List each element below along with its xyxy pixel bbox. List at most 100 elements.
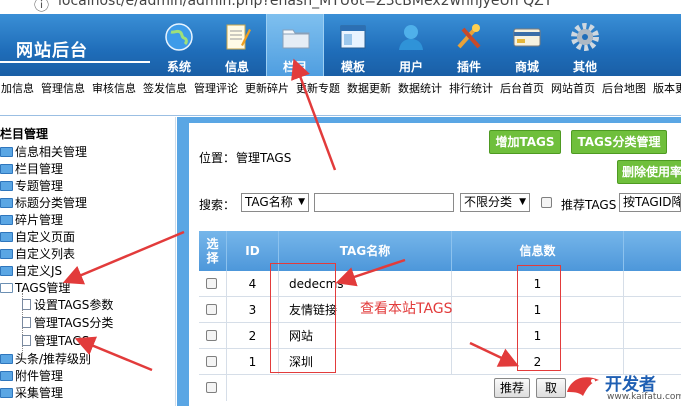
menu-item[interactable]: 后台首页 (497, 81, 547, 96)
sidebar-item[interactable]: 栏目管理 (0, 161, 63, 178)
globe-icon (165, 23, 193, 51)
sidebar-item[interactable]: 信息相关管理 (0, 144, 87, 161)
folder-icon (0, 181, 13, 191)
sidebar-item[interactable]: 头条/推荐级别 (0, 351, 91, 368)
tools-icon (457, 24, 481, 49)
gear-icon (571, 23, 599, 51)
sidebar-item[interactable]: 碎片管理 (0, 212, 63, 229)
row-checkbox[interactable] (206, 304, 217, 315)
page-info-icon[interactable]: ⓘ (34, 0, 49, 14)
address-url[interactable]: localhost/e/admin/admin.php?ehash_MYU6t=… (58, 0, 552, 9)
row-checkbox[interactable] (206, 278, 217, 289)
header-extra (624, 231, 681, 271)
browser-address-bar[interactable]: ⓘ localhost/e/admin/admin.php?ehash_MYU6… (0, 0, 681, 14)
sidebar-item[interactable]: 自定义列表 (0, 246, 75, 263)
search-bar: 搜索： TAG名称 ▼ 不限分类 ▼ 推荐TAGS 按TAGID降 (199, 193, 681, 213)
sidebar-subitem[interactable]: 管理TAGS (22, 333, 89, 350)
select-all-checkbox[interactable] (206, 382, 217, 393)
nav-label: 其他 (572, 60, 597, 74)
main-content: 位置： 管理TAGS 增加TAGS TAGS分类管理 删除使用率 搜索： TAG… (189, 123, 681, 406)
menu-item[interactable]: 数据统计 (395, 81, 445, 96)
recommend-label: 推荐TAGS (561, 198, 617, 212)
nav-label: 商城 (514, 60, 539, 74)
sidebar-item[interactable]: 自定义页面 (0, 229, 75, 246)
nav-template[interactable]: 模板 (324, 14, 382, 76)
nav-label: 模板 (340, 60, 365, 74)
search-input[interactable] (314, 193, 454, 212)
folder-icon (0, 164, 13, 174)
sidebar-item-tags[interactable]: TAGS管理 (0, 280, 70, 297)
menu-item[interactable]: 增加信息 (0, 81, 37, 96)
sidebar-item[interactable]: 附件管理 (0, 368, 63, 385)
tag-names-highlight-box (270, 263, 336, 373)
menu-item[interactable]: 排行统计 (446, 81, 496, 96)
location-link[interactable]: 管理TAGS (236, 149, 291, 166)
nav-user[interactable]: 用户 (382, 14, 440, 76)
nav-label: 信息 (224, 60, 249, 74)
row-select-cell (199, 297, 227, 323)
nav-label: 插件 (456, 60, 481, 74)
search-label: 搜索： (199, 198, 236, 212)
nav-label: 栏目 (282, 60, 307, 74)
tags-category-button[interactable]: TAGS分类管理 (571, 130, 667, 154)
menu-item[interactable]: 签发信息 (140, 81, 190, 96)
nav-system[interactable]: 系统 (150, 14, 208, 76)
recommend-checkbox[interactable] (541, 197, 552, 208)
document-icon (22, 335, 31, 346)
row-checkbox[interactable] (206, 356, 217, 367)
folder-icon (0, 354, 13, 364)
sidebar-subitem[interactable]: 管理TAGS分类 (22, 315, 113, 332)
card-icon (513, 28, 541, 47)
nav-other[interactable]: 其他 (556, 14, 614, 76)
sidebar-item[interactable]: 采集管理 (0, 385, 63, 402)
sidebar-subitem[interactable]: 设置TAGS参数 (22, 297, 113, 314)
folder-icon (282, 29, 310, 49)
search-field-select[interactable]: TAG名称 ▼ (241, 193, 309, 212)
annotation-text: 查看本站TAGS (360, 301, 453, 317)
watermark: 开发者 www.kaifatu.com (555, 366, 681, 406)
select-all-cell (199, 375, 227, 401)
site-title: 网站后台 (16, 41, 88, 61)
folder-icon (0, 371, 13, 381)
sidebar-item[interactable]: 标题分类管理 (0, 195, 87, 212)
menu-item[interactable]: 管理信息 (38, 81, 88, 96)
watermark-site: www.kaifatu.com (607, 392, 681, 402)
sidebar-heading: 栏目管理 (0, 127, 49, 141)
menu-item[interactable]: 审核信息 (89, 81, 139, 96)
sidebar-item[interactable]: 自定义JS (0, 263, 62, 280)
caret-down-icon: ▼ (298, 197, 305, 207)
menu-item[interactable]: 管理评论 (191, 81, 241, 96)
folder-icon (0, 249, 13, 259)
delete-unused-button[interactable]: 删除使用率 (617, 160, 681, 184)
caret-down-icon: ▼ (519, 197, 526, 207)
folder-icon (0, 266, 13, 276)
recommend-button[interactable]: 推荐 (494, 378, 530, 398)
user-icon (399, 25, 423, 50)
row-select-cell (199, 349, 227, 375)
open-folder-icon (0, 283, 13, 293)
nav-plugin[interactable]: 插件 (440, 14, 498, 76)
content-frame-border (177, 117, 189, 406)
nav-label: 用户 (398, 60, 423, 74)
menu-item[interactable]: 更新专题 (293, 81, 343, 96)
nav-info[interactable]: 信息 (208, 14, 266, 76)
menu-item[interactable]: 网站首页 (548, 81, 598, 96)
document-icon (22, 317, 31, 328)
menu-item[interactable]: 版本更新 (650, 81, 681, 96)
menu-item[interactable]: 数据更新 (344, 81, 394, 96)
nav-column[interactable]: 栏目 (266, 14, 324, 76)
menu-item[interactable]: 后台地图 (599, 81, 649, 96)
sort-select[interactable]: 按TAGID降 (619, 193, 681, 212)
nav-shop[interactable]: 商城 (498, 14, 556, 76)
category-select[interactable]: 不限分类 ▼ (460, 193, 530, 212)
notepad-icon (226, 24, 251, 50)
folder-icon (0, 232, 13, 242)
add-tags-button[interactable]: 增加TAGS (489, 130, 561, 154)
info-count-highlight-box (517, 265, 561, 371)
sidebar-item[interactable]: 专题管理 (0, 178, 63, 195)
row-select-cell (199, 271, 227, 297)
folder-icon (0, 388, 13, 398)
menu-item[interactable]: 更新碎片 (242, 81, 292, 96)
folder-icon (0, 215, 13, 225)
row-checkbox[interactable] (206, 330, 217, 341)
